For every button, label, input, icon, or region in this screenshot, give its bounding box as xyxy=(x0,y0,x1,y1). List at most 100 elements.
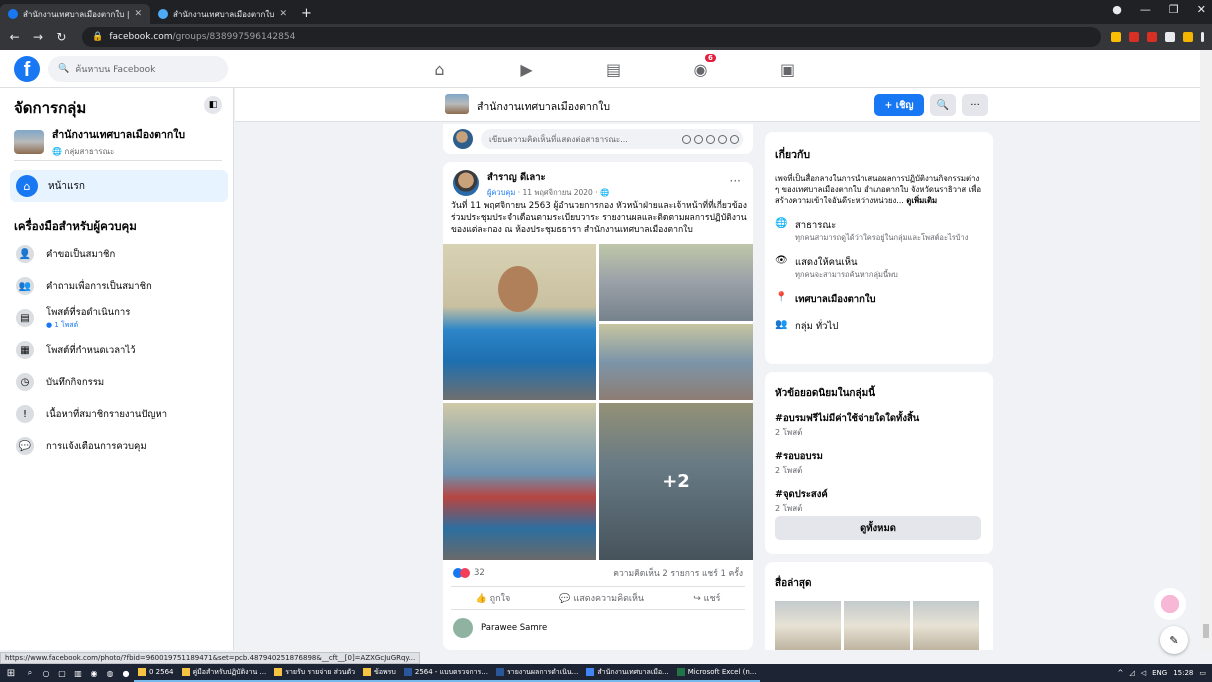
post-photo[interactable] xyxy=(599,244,753,321)
tray-chevron-icon[interactable]: ^ xyxy=(1117,669,1123,677)
new-tab-button[interactable]: + xyxy=(295,6,318,24)
volume-icon[interactable]: ◁ xyxy=(1141,669,1146,677)
taskbar-app[interactable]: รายรับ รายจ่าย ส่วนตัว xyxy=(270,664,360,682)
browser-tab[interactable]: สำนักงานเทศบาลเมืองตากใบ 7/55 พ. ✕ xyxy=(150,4,295,24)
search-group-button[interactable]: 🔍 xyxy=(930,94,956,116)
menu-kebab-icon[interactable] xyxy=(1201,32,1204,42)
chrome-icon[interactable]: ◉ xyxy=(86,669,102,678)
minimize-button[interactable]: — xyxy=(1140,3,1151,16)
page-scrollbar[interactable] xyxy=(1200,50,1212,650)
post-photo[interactable] xyxy=(443,403,596,560)
topic-item[interactable]: #อบรมฟรีไม่มีค่าใช้จ่ายใดใดทั้งสิ้น 2 โพ… xyxy=(775,411,983,439)
facebook-logo-icon[interactable]: f xyxy=(14,55,40,82)
extension-icon[interactable] xyxy=(1147,32,1157,42)
gif-icon[interactable] xyxy=(718,134,727,144)
close-tab-icon[interactable]: ✕ xyxy=(134,9,142,19)
camera-icon[interactable] xyxy=(706,134,715,144)
language-indicator[interactable]: ENG xyxy=(1152,669,1167,677)
author-role[interactable]: ผู้ควบคุม xyxy=(487,188,515,197)
share-button[interactable]: ↪ แชร์ xyxy=(693,591,720,605)
forward-arrow-icon[interactable]: → xyxy=(31,30,44,44)
home-nav-icon[interactable]: ⌂ xyxy=(396,50,483,88)
notifications-icon[interactable]: ▭ xyxy=(1199,669,1206,677)
like-button[interactable]: 👍 ถูกใจ xyxy=(476,591,511,605)
groups-nav-icon[interactable]: ◉ 6 xyxy=(657,50,744,88)
post-date[interactable]: · 11 พฤศจิกายน 2020 · xyxy=(515,188,600,197)
post-photo[interactable]: +2 xyxy=(599,403,753,560)
taskbar-app[interactable]: Microsoft Excel (n... xyxy=(672,664,761,682)
see-all-button[interactable]: ดูทั้งหมด xyxy=(775,516,981,540)
home-icon: ⌂ xyxy=(16,175,38,197)
commenter-name[interactable]: Parawee Samre xyxy=(481,623,547,633)
maximize-button[interactable]: ❐ xyxy=(1169,3,1179,16)
media-thumbnail[interactable] xyxy=(913,601,979,650)
close-window-button[interactable]: ✕ xyxy=(1197,3,1206,16)
media-thumbnail[interactable] xyxy=(844,601,910,650)
file-explorer-icon[interactable]: ▢ xyxy=(54,669,70,678)
taskbar-app[interactable]: 2564 - แบบตรวจการ... xyxy=(399,664,492,682)
post-author[interactable]: สำราญ ดีเลาะ xyxy=(487,170,609,185)
profile-icon[interactable]: ● xyxy=(1112,3,1122,16)
taskbar-app[interactable]: 0 2564 xyxy=(134,664,178,682)
profile-avatar-icon[interactable] xyxy=(1183,32,1193,42)
address-bar[interactable]: 🔒 facebook.com/groups/838997596142854 xyxy=(82,27,1101,47)
sidebar-item-scheduled-posts[interactable]: ▦ โพสต์ที่กำหนดเวลาไว้ xyxy=(16,334,167,366)
close-tab-icon[interactable]: ✕ xyxy=(279,9,287,19)
taskbar-app[interactable]: สำนักงานเทศบาลเมือ... xyxy=(582,664,673,682)
topic-item[interactable]: #จุดประสงค์ 2 โพสต์ xyxy=(775,487,983,515)
sidebar-item-reported-content[interactable]: ! เนื้อหาที่สมาชิกรายงานปัญหา xyxy=(16,398,167,430)
extension-icon[interactable] xyxy=(1129,32,1139,42)
task-view-icon[interactable]: ○ xyxy=(38,669,54,678)
taskbar-app[interactable]: คู่มือสำหรับปฏิบัติงาน ... xyxy=(177,664,271,682)
comment-button[interactable]: 💬 แสดงความคิดเห็น xyxy=(559,591,644,605)
search-icon[interactable]: ⌕ xyxy=(22,668,38,678)
sidebar-item-member-requests[interactable]: 👤 คำขอเป็นสมาชิก xyxy=(16,238,167,270)
about-item-title[interactable]: เทศบาลเมืองตากใบ xyxy=(795,292,876,307)
scrollbar-thumb[interactable] xyxy=(1203,624,1209,638)
new-message-edit-icon[interactable]: ✎ xyxy=(1160,626,1188,654)
watch-nav-icon[interactable]: ▶ xyxy=(483,50,570,88)
post-photo[interactable] xyxy=(599,324,753,400)
facebook-search-input[interactable]: 🔍 ค้นหาบน Facebook xyxy=(48,55,228,82)
post-photo[interactable] xyxy=(443,244,596,400)
topic-item[interactable]: #รอบอบรม 2 โพสต์ xyxy=(775,449,983,477)
floating-sticker-avatar[interactable] xyxy=(1154,588,1186,620)
store-icon[interactable]: ▥ xyxy=(70,669,86,678)
avatar[interactable] xyxy=(453,618,473,638)
sidebar-item-home[interactable]: ⌂ หน้าแรก xyxy=(10,170,228,202)
sidebar-item-pending-posts[interactable]: ▤ โพสต์ที่รอดำเนินการ ● 1 โพสต์ xyxy=(16,302,167,334)
comment-share-stats[interactable]: ความคิดเห็น 2 รายการ แชร์ 1 ครั้ง xyxy=(613,566,743,580)
see-more-link[interactable]: ดูเพิ่มเติม xyxy=(906,196,937,205)
sticker-alt-icon[interactable] xyxy=(730,134,739,144)
edge-icon[interactable]: ◍ xyxy=(102,669,118,678)
avatar[interactable] xyxy=(453,170,479,196)
emoji-icon[interactable] xyxy=(694,134,703,144)
media-thumbnail[interactable] xyxy=(775,601,841,650)
star-bookmark-icon[interactable] xyxy=(1111,32,1121,42)
group-info[interactable]: สำนักงานเทศบาลเมืองตากใบ 🌐 กลุ่มสาธารณะ xyxy=(14,126,185,158)
post-more-icon[interactable]: ··· xyxy=(730,174,741,188)
invite-button[interactable]: + เชิญ xyxy=(874,94,924,116)
sidebar-item-moderation-alerts[interactable]: 💬 การแจ้งเตือนการควบคุม xyxy=(16,430,167,462)
gaming-nav-icon[interactable]: ▣ xyxy=(744,50,831,88)
collapse-sidebar-icon[interactable]: ◧ xyxy=(204,96,222,114)
reload-icon[interactable]: ↻ xyxy=(55,30,68,44)
more-options-button[interactable]: ··· xyxy=(962,94,988,116)
group-name: สำนักงานเทศบาลเมืองตากใบ xyxy=(477,101,611,113)
comment-input[interactable]: เขียนความคิดเห็นที่แสดงต่อสาธารณะ... xyxy=(481,129,743,149)
network-icon[interactable]: ◿ xyxy=(1129,669,1134,677)
reaction-count[interactable]: 32 xyxy=(474,568,485,578)
clock[interactable]: 15:28 xyxy=(1173,669,1193,677)
sidebar-item-label: เนื้อหาที่สมาชิกรายงานปัญหา xyxy=(46,408,168,420)
taskbar-app[interactable]: รายงานผลการดำเนิน... xyxy=(492,664,583,682)
sidebar-item-activity-log[interactable]: ◷ บันทึกกิจกรรม xyxy=(16,366,167,398)
browser-icon[interactable]: ● xyxy=(118,669,134,678)
taskbar-app[interactable]: ข้อพรบ xyxy=(359,664,400,682)
browser-tab-active[interactable]: สำนักงานเทศบาลเมืองตากใบ | Faceb ✕ xyxy=(0,4,150,24)
back-arrow-icon[interactable]: ← xyxy=(8,30,21,44)
marketplace-nav-icon[interactable]: ▤ xyxy=(570,50,657,88)
sticker-icon[interactable] xyxy=(682,134,691,144)
puzzle-icon[interactable] xyxy=(1165,32,1175,42)
windows-start-icon[interactable]: ⊞ xyxy=(0,668,22,679)
sidebar-item-membership-questions[interactable]: 👥 คำถามเพื่อการเป็นสมาชิก xyxy=(16,270,167,302)
